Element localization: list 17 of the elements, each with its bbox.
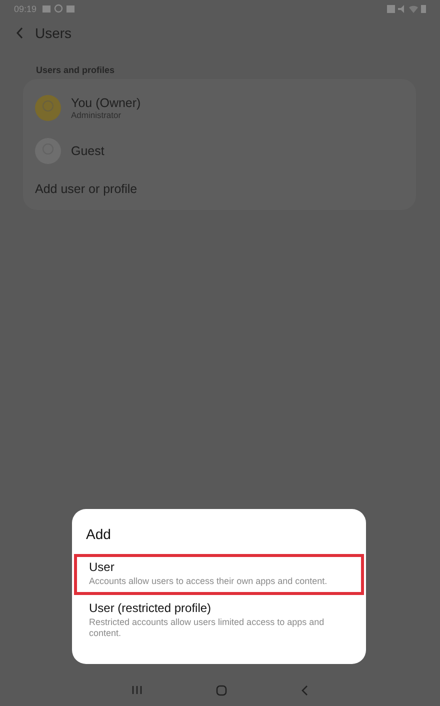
user-name[interactable]: Guest — [71, 144, 104, 158]
option-description: Accounts allow users to access their own apps and content. — [89, 576, 328, 588]
recents-icon[interactable] — [132, 685, 142, 695]
dialog-option[interactable]: User (restricted profile) Restricted accounts allow users limited access to apps and content. — [74, 594, 364, 646]
home-icon[interactable] — [216, 684, 227, 696]
option-title: User — [89, 560, 116, 574]
page-title: Users — [35, 25, 72, 41]
back-icon[interactable] — [16, 27, 24, 39]
option-title: User (restricted profile) — [89, 600, 212, 614]
dialog-title: Add — [85, 526, 112, 544]
option-description: Restricted accounts allow users limited access to apps and content. — [89, 616, 326, 639]
battery-icon — [421, 4, 426, 13]
back-icon[interactable] — [301, 684, 308, 696]
add-user-item[interactable]: Add user or profile — [35, 172, 404, 202]
user-name[interactable]: You (Owner) — [71, 96, 141, 110]
dialog-option[interactable]: User Accounts allow users to access their own apps and content. — [74, 554, 364, 594]
wifi-icon — [409, 4, 418, 12]
